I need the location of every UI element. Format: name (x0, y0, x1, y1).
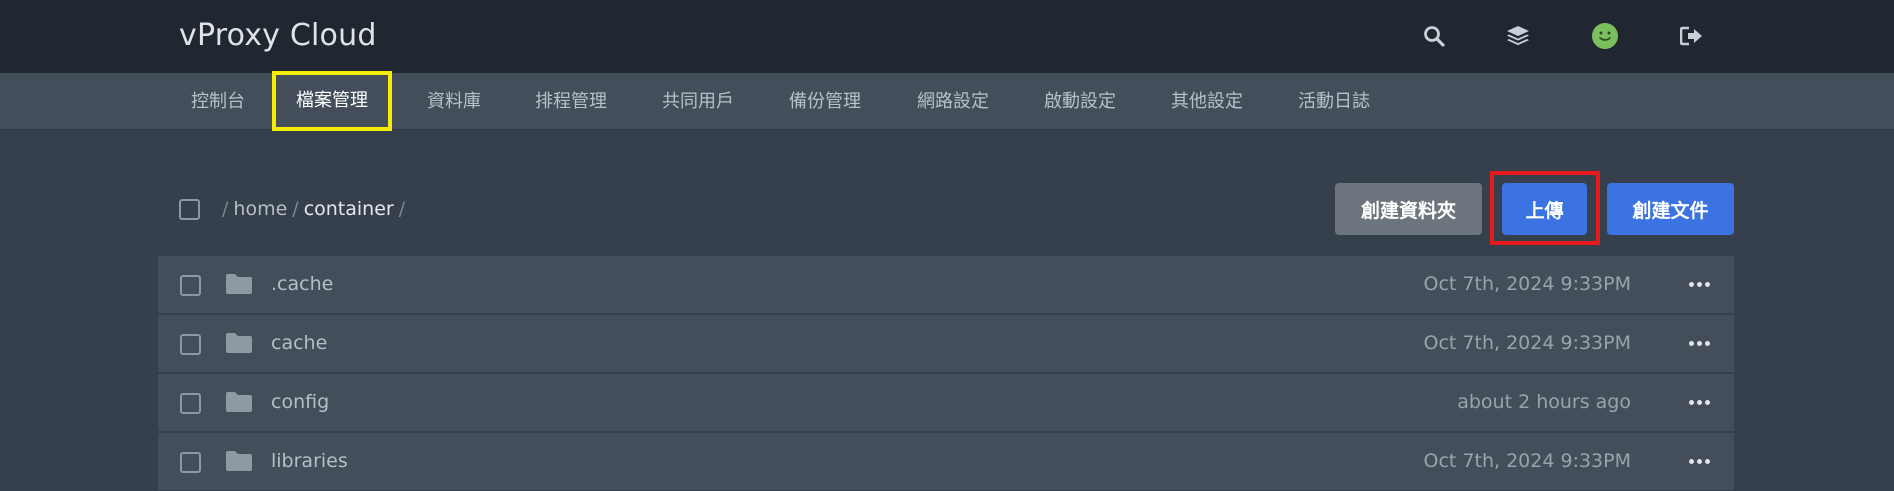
breadcrumb-home[interactable]: home (233, 198, 287, 220)
row-checkbox[interactable] (180, 275, 201, 296)
row-checkbox[interactable] (180, 393, 201, 414)
nav-item-activity-log[interactable]: 活動日誌 (1298, 73, 1370, 130)
breadcrumb: / home / container / (222, 194, 410, 224)
create-folder-button[interactable]: 創建資料夾 (1335, 183, 1482, 235)
table-row[interactable]: cache Oct 7th, 2024 9:33PM (158, 315, 1734, 372)
create-file-button[interactable]: 創建文件 (1607, 183, 1734, 235)
folder-icon (226, 333, 252, 353)
top-header: vProxy Cloud (0, 0, 1894, 73)
nav-item-network[interactable]: 網路設定 (917, 73, 989, 130)
folder-icon (226, 451, 252, 471)
search-icon[interactable] (1418, 20, 1450, 52)
logout-icon[interactable] (1676, 20, 1708, 52)
file-name[interactable]: config (271, 374, 329, 431)
file-modified-date: Oct 7th, 2024 9:33PM (1423, 450, 1631, 472)
avatar-smiley-icon[interactable] (1589, 20, 1621, 52)
select-all-checkbox[interactable] (179, 199, 200, 220)
nav-item-backup[interactable]: 備份管理 (789, 73, 861, 130)
breadcrumb-separator: / (398, 198, 406, 220)
more-options-icon[interactable] (1684, 273, 1714, 295)
row-checkbox[interactable] (180, 452, 201, 473)
file-name[interactable]: .cache (271, 256, 333, 313)
more-options-icon[interactable] (1684, 450, 1714, 472)
row-checkbox[interactable] (180, 334, 201, 355)
file-modified-date: Oct 7th, 2024 9:33PM (1423, 332, 1631, 354)
more-options-icon[interactable] (1684, 332, 1714, 354)
file-name[interactable]: libraries (271, 433, 348, 490)
nav-item-schedule[interactable]: 排程管理 (535, 73, 607, 130)
breadcrumb-container[interactable]: container (304, 198, 394, 220)
table-row[interactable]: libraries Oct 7th, 2024 9:33PM (158, 433, 1734, 490)
nav-item-database[interactable]: 資料庫 (427, 73, 481, 130)
folder-icon (226, 392, 252, 412)
more-options-icon[interactable] (1684, 391, 1714, 413)
breadcrumb-separator: / (292, 198, 299, 220)
nav-item-file-manager[interactable]: 檔案管理 (272, 71, 392, 131)
main-nav: 控制台 檔案管理 資料庫 排程管理 共同用戶 備份管理 網路設定 啟動設定 其他… (0, 71, 1894, 131)
nav-item-other-settings[interactable]: 其他設定 (1171, 73, 1243, 130)
upload-button[interactable]: 上傳 (1502, 183, 1587, 235)
table-row[interactable]: .cache Oct 7th, 2024 9:33PM (158, 256, 1734, 313)
file-name[interactable]: cache (271, 315, 327, 372)
file-modified-date: about 2 hours ago (1457, 391, 1631, 413)
file-modified-date: Oct 7th, 2024 9:33PM (1423, 273, 1631, 295)
table-row[interactable]: config about 2 hours ago (158, 374, 1734, 431)
breadcrumb-separator: / (222, 198, 229, 220)
nav-item-shared-users[interactable]: 共同用戶 (662, 73, 734, 130)
layers-icon[interactable] (1502, 20, 1534, 52)
brand-title[interactable]: vProxy Cloud (179, 14, 377, 58)
folder-icon (226, 274, 252, 294)
nav-item-dashboard[interactable]: 控制台 (191, 73, 245, 130)
nav-item-startup[interactable]: 啟動設定 (1044, 73, 1116, 130)
